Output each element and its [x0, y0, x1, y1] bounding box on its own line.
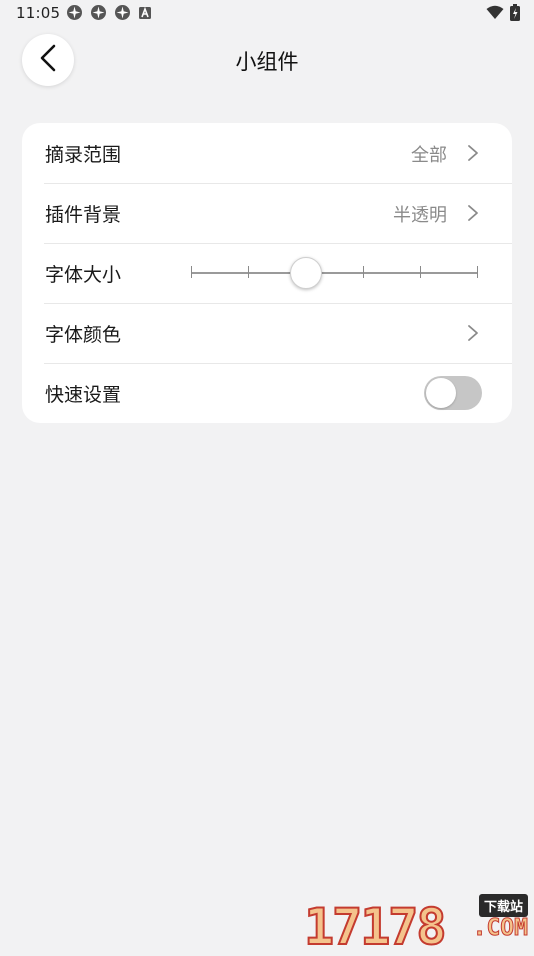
widget-background-value: 半透明	[393, 205, 447, 226]
chevron-right-icon	[466, 144, 480, 162]
notification-icon	[66, 4, 83, 21]
quick-settings-label: 快速设置	[45, 384, 122, 406]
chevron-right-icon	[466, 324, 480, 342]
toggle-knob[interactable]	[426, 378, 456, 408]
font-size-row: 字体大小	[22, 243, 512, 303]
slider-thumb[interactable]	[290, 257, 322, 289]
watermark-logo: 17178 下载站 .COM	[303, 890, 530, 956]
slider-track[interactable]	[191, 272, 477, 274]
notification-icon	[114, 4, 131, 21]
watermark-number: 17178	[303, 897, 448, 956]
watermark-domain: .COM	[472, 915, 528, 942]
quick-settings-row: 快速设置	[22, 363, 512, 423]
battery-charging-icon	[510, 4, 520, 25]
a-badge-icon	[138, 6, 152, 20]
excerpt-range-row[interactable]: 摘录范围 全部	[22, 123, 512, 183]
slider-tick	[248, 266, 249, 278]
page-title: 小组件	[235, 50, 299, 74]
quick-settings-toggle[interactable]	[424, 376, 482, 410]
font-color-label: 字体颜色	[45, 324, 122, 346]
excerpt-range-value: 全部	[411, 145, 447, 166]
watermark-tag: 下载站	[478, 894, 528, 917]
slider-tick	[191, 266, 192, 278]
slider-tick	[420, 266, 421, 278]
font-color-row[interactable]: 字体颜色	[22, 303, 512, 363]
excerpt-range-label: 摘录范围	[45, 144, 122, 166]
settings-card: 摘录范围 全部 插件背景 半透明 字体大小 字体颜色 快速设置	[22, 123, 512, 423]
widget-background-label: 插件背景	[45, 204, 122, 226]
slider-tick	[477, 266, 478, 278]
chevron-right-icon	[466, 204, 480, 222]
widget-background-row[interactable]: 插件背景 半透明	[22, 183, 512, 243]
font-size-label: 字体大小	[45, 264, 122, 286]
status-time: 11:05	[16, 4, 61, 22]
notification-icon	[90, 4, 107, 21]
system-icons	[486, 4, 520, 25]
slider-tick	[363, 266, 364, 278]
notification-icons	[66, 4, 152, 21]
status-bar: 11:05	[0, 0, 534, 28]
wifi-icon	[486, 5, 504, 24]
